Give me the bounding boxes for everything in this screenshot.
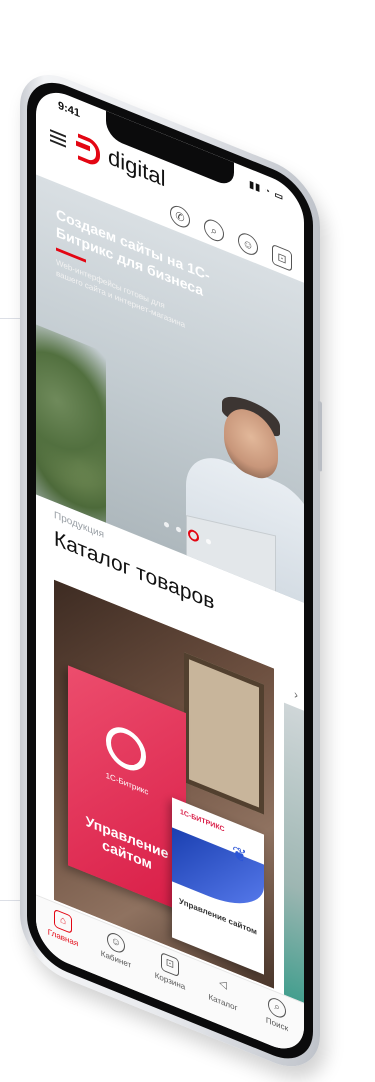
- cart-icon[interactable]: ⊡: [272, 243, 292, 272]
- slider-dot[interactable]: [164, 521, 169, 529]
- bitrix-logo-icon: [106, 720, 146, 777]
- phone-side-button: [318, 400, 322, 473]
- chevron-right-icon[interactable]: ›: [294, 687, 298, 703]
- status-time: 9:41: [58, 99, 81, 121]
- user-icon[interactable]: ☺: [238, 230, 258, 259]
- hero-plant-image: [36, 324, 106, 523]
- app-screen: 9:41 ▮▮ ◔ ▭ digital ✆ ⌕ ☺ ⊡ Создаем сайт…: [36, 82, 304, 1059]
- phone-icon[interactable]: ✆: [170, 202, 190, 231]
- menu-icon[interactable]: [50, 126, 66, 150]
- slider-dot[interactable]: [176, 526, 181, 534]
- search-icon[interactable]: ⌕: [204, 216, 224, 245]
- product-card-next[interactable]: [284, 702, 304, 1015]
- device-mockup: 9:41 ▮▮ ◔ ▭ digital ✆ ⌕ ☺ ⊡ Создаем сайт…: [0, 0, 375, 1082]
- slider-dot[interactable]: [206, 538, 211, 546]
- phone: 9:41 ▮▮ ◔ ▭ digital ✆ ⌕ ☺ ⊡ Создаем сайт…: [20, 60, 322, 1082]
- logo-mark-icon: [76, 131, 102, 168]
